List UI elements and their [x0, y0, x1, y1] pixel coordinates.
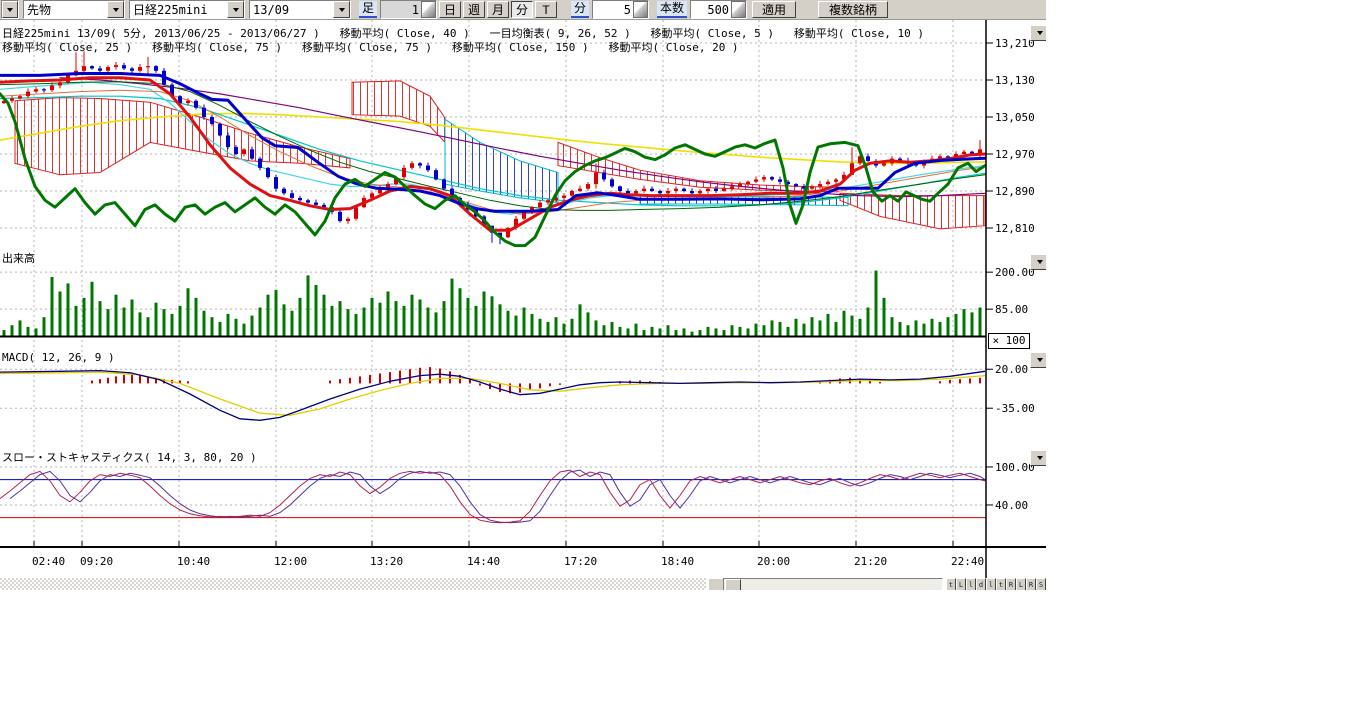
- chevron-down-icon: [1037, 31, 1043, 38]
- svg-text:13,050: 13,050: [995, 111, 1035, 124]
- svg-text:13,130: 13,130: [995, 74, 1035, 87]
- volume-pane-dropdown-button[interactable]: [1030, 254, 1046, 270]
- macd-pane-label: MACD( 12, 26, 9 ): [2, 351, 115, 364]
- svg-text:09:20: 09:20: [80, 555, 113, 568]
- mini-tool-button[interactable]: l: [966, 578, 976, 590]
- mini-tool-button[interactable]: l: [986, 578, 996, 590]
- svg-text:21:20: 21:20: [854, 555, 887, 568]
- svg-text:13,210: 13,210: [995, 37, 1035, 50]
- horizontal-scrollbar[interactable]: [723, 578, 943, 590]
- mini-tool-button[interactable]: d: [976, 578, 986, 590]
- svg-text:20.00: 20.00: [995, 363, 1028, 376]
- svg-text:10:40: 10:40: [177, 555, 210, 568]
- svg-text:12:00: 12:00: [274, 555, 307, 568]
- svg-text:12,970: 12,970: [995, 148, 1035, 161]
- svg-text:18:40: 18:40: [661, 555, 694, 568]
- chart-app-window: 先物 日経225mini 13/09 足 1 日 週 月 分 T 分 5 本数 …: [0, 0, 1046, 590]
- svg-text:02:40: 02:40: [32, 555, 65, 568]
- chevron-down-icon: [1037, 260, 1043, 267]
- svg-text:12,810: 12,810: [995, 222, 1035, 235]
- chart-canvas: 13,210 13,130 13,050 12,970 12,890 12,810 200.…: [0, 0, 1046, 590]
- stochastic-pane-label: スロー・ストキャスティクス( 14, 3, 80, 20 ): [2, 449, 257, 465]
- svg-text:20:00: 20:00: [757, 555, 790, 568]
- svg-text:14:40: 14:40: [467, 555, 500, 568]
- bottom-toolbar-strip: tLldltRLRStt: [0, 578, 1046, 590]
- mini-tool-button[interactable]: L: [956, 578, 966, 590]
- mini-tool-button[interactable]: S: [1036, 578, 1046, 590]
- volume-pane-label: 出来高: [2, 250, 35, 266]
- scroll-left-button[interactable]: [708, 578, 724, 590]
- svg-text:100.00: 100.00: [995, 461, 1035, 474]
- mini-tool-button[interactable]: t: [996, 578, 1006, 590]
- svg-text:12,890: 12,890: [995, 185, 1035, 198]
- mini-toolbar: tLldltRLRStt: [946, 578, 1046, 590]
- mini-tool-button[interactable]: L: [1016, 578, 1026, 590]
- svg-text:13:20: 13:20: [370, 555, 403, 568]
- macd-pane-dropdown-button[interactable]: [1030, 352, 1046, 368]
- svg-text:85.00: 85.00: [995, 303, 1028, 316]
- volume-multiplier-badge: × 100: [988, 333, 1030, 349]
- price-pane-dropdown-button[interactable]: [1030, 25, 1046, 41]
- chevron-down-icon: [1037, 456, 1043, 463]
- chevron-down-icon: [1037, 358, 1043, 365]
- mini-tool-button[interactable]: t: [946, 578, 956, 590]
- svg-text:200.00: 200.00: [995, 266, 1035, 279]
- svg-text:22:40: 22:40: [951, 555, 984, 568]
- scrollbar-thumb[interactable]: [725, 579, 741, 590]
- mini-tool-button[interactable]: R: [1006, 578, 1016, 590]
- stochastic-pane-dropdown-button[interactable]: [1030, 450, 1046, 466]
- svg-text:-35.00: -35.00: [995, 402, 1035, 415]
- chart-header-line2: 移動平均( Close, 25 ) 移動平均( Close, 75 ) 移動平均…: [2, 39, 739, 55]
- mini-tool-button[interactable]: R: [1026, 578, 1036, 590]
- svg-text:40.00: 40.00: [995, 499, 1028, 512]
- svg-text:17:20: 17:20: [564, 555, 597, 568]
- scrollbar-track-left: [0, 578, 706, 590]
- screen: 先物 日経225mini 13/09 足 1 日 週 月 分 T 分 5 本数 …: [0, 0, 1366, 718]
